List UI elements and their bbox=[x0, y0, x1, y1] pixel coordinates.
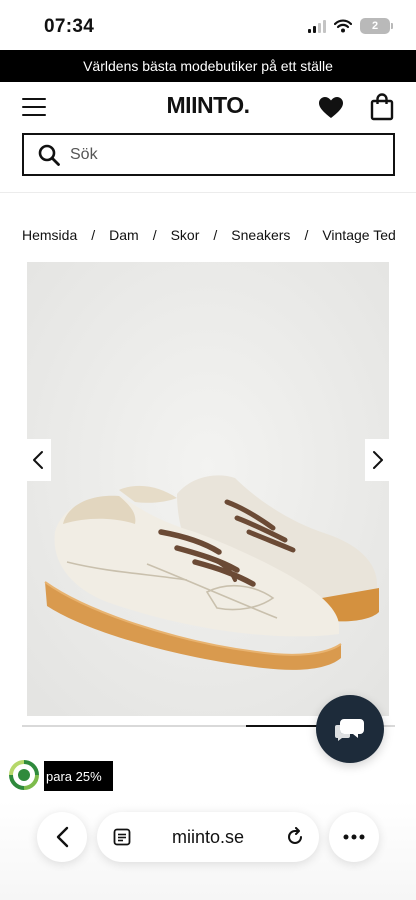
chevron-left-icon bbox=[33, 451, 43, 469]
logo-wrapper: MIINTO. bbox=[0, 92, 416, 119]
promo-text: Världens bästa modebutiker på ett ställe bbox=[83, 58, 333, 74]
back-icon bbox=[56, 826, 69, 848]
save-badge[interactable]: para 25% bbox=[0, 759, 113, 792]
battery-level: 2 bbox=[371, 20, 379, 32]
promo-banner: Världens bästa modebutiker på ett ställe bbox=[0, 50, 416, 82]
url-text: miinto.se bbox=[171, 826, 245, 847]
eco-icon bbox=[8, 759, 40, 791]
site-logo[interactable]: MIINTO. bbox=[167, 92, 250, 118]
search-box[interactable] bbox=[22, 133, 395, 176]
heart-icon[interactable] bbox=[318, 96, 344, 120]
shopping-bag-icon[interactable] bbox=[370, 93, 394, 121]
breadcrumb-item-dam[interactable]: Dam bbox=[109, 227, 139, 243]
product-image bbox=[27, 262, 389, 716]
search-icon bbox=[38, 144, 60, 166]
reload-icon[interactable] bbox=[285, 827, 305, 847]
reader-icon[interactable] bbox=[113, 828, 131, 846]
breadcrumb-item-current: Vintage Ted bbox=[322, 227, 396, 243]
product-image-gallery[interactable] bbox=[27, 262, 389, 716]
wifi-icon bbox=[334, 19, 352, 33]
chat-button[interactable] bbox=[316, 695, 384, 763]
header-divider bbox=[0, 192, 416, 193]
breadcrumb-separator: / bbox=[152, 227, 157, 243]
breadcrumb-item-home[interactable]: Hemsida bbox=[22, 227, 77, 243]
breadcrumb-item-skor[interactable]: Skor bbox=[171, 227, 200, 243]
chat-bubbles-icon bbox=[335, 719, 364, 741]
breadcrumb: Hemsida / Dam / Skor / Sneakers / Vintage Ted bbox=[22, 227, 416, 247]
save-badge-label: para 25% bbox=[44, 761, 113, 791]
site-header: MIINTO. bbox=[0, 82, 416, 132]
more-icon bbox=[343, 834, 365, 840]
menu-icon[interactable] bbox=[22, 98, 46, 116]
gallery-next-button[interactable] bbox=[365, 439, 391, 481]
status-icons: 2 bbox=[308, 18, 393, 34]
address-bar[interactable]: miinto.se bbox=[97, 812, 319, 862]
browser-back-button[interactable] bbox=[37, 812, 87, 862]
signal-icon bbox=[308, 19, 326, 33]
search-input[interactable] bbox=[70, 145, 370, 164]
status-bar: 07:34 2 bbox=[0, 0, 416, 52]
breadcrumb-item-sneakers[interactable]: Sneakers bbox=[231, 227, 290, 243]
chevron-right-icon bbox=[373, 451, 383, 469]
breadcrumb-separator: / bbox=[304, 227, 309, 243]
breadcrumb-separator: / bbox=[91, 227, 96, 243]
gallery-progress-fill bbox=[245, 725, 321, 727]
breadcrumb-separator: / bbox=[213, 227, 218, 243]
browser-more-button[interactable] bbox=[329, 812, 379, 862]
gallery-prev-button[interactable] bbox=[25, 439, 51, 481]
battery-icon: 2 bbox=[360, 18, 393, 34]
status-time: 07:34 bbox=[44, 16, 95, 37]
